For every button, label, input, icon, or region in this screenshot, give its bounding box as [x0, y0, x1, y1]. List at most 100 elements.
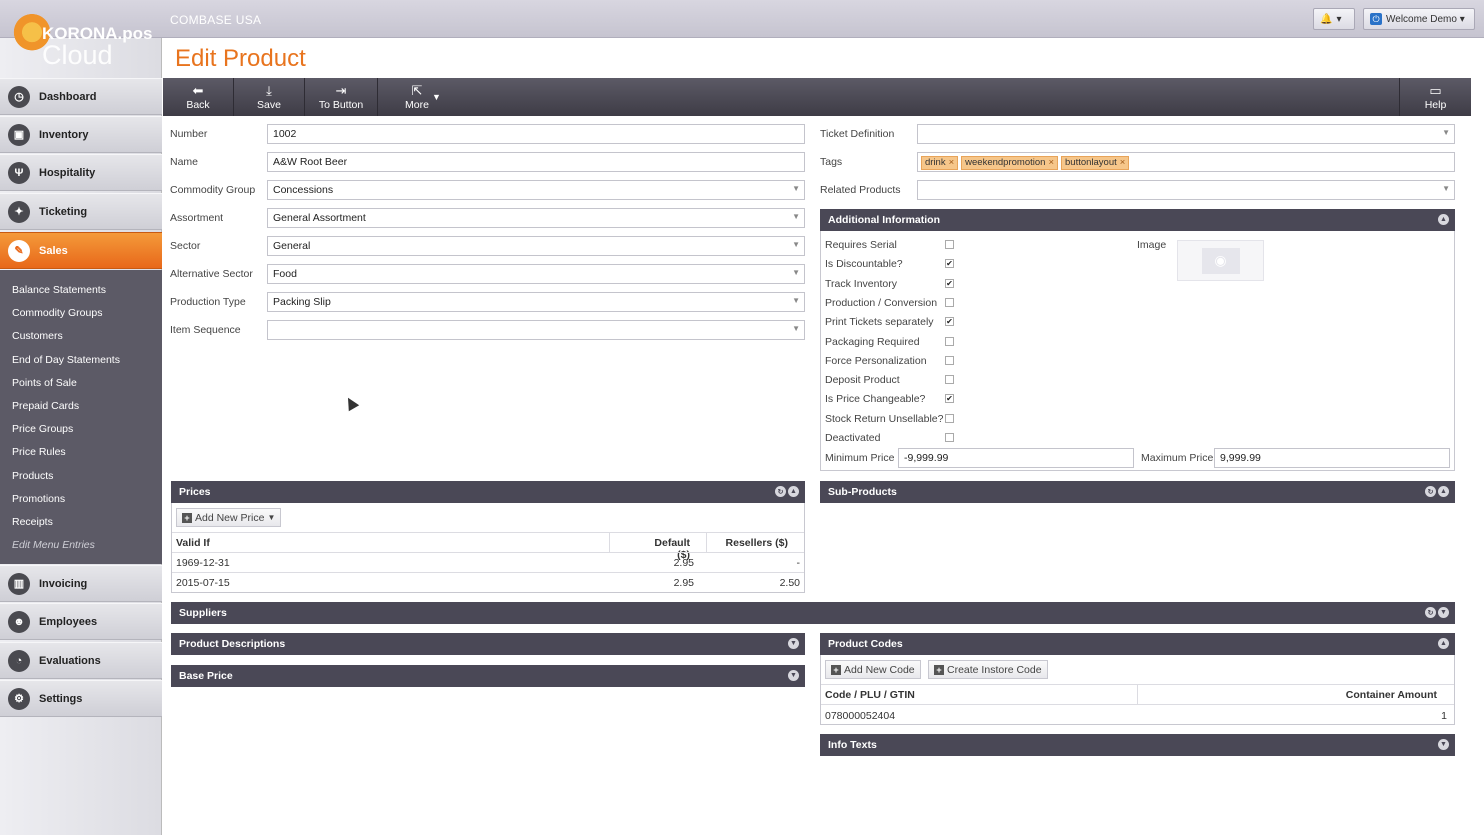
remove-tag-icon[interactable]: ×: [949, 157, 955, 168]
refresh-icon[interactable]: ↻: [1425, 486, 1436, 497]
prices-header[interactable]: Prices ↻ ▲: [171, 481, 805, 503]
nav-item-evaluations[interactable]: ◔ Evaluations: [0, 642, 162, 679]
col-code[interactable]: Code / PLU / GTIN: [825, 689, 915, 701]
related-products-select[interactable]: ▼: [917, 180, 1455, 200]
remove-tag-icon[interactable]: ×: [1048, 157, 1054, 168]
user-menu-button[interactable]: ⏻ Welcome Demo ▾: [1363, 8, 1475, 30]
remove-tag-icon[interactable]: ×: [1120, 157, 1126, 168]
production-type-select[interactable]: Packing Slip ▼: [267, 292, 805, 312]
price-cell[interactable]: 2.50: [718, 577, 800, 589]
alt-sector-select[interactable]: Food ▼: [267, 264, 805, 284]
sub-products-header[interactable]: Sub-Products ↻ ▲: [820, 481, 1455, 503]
container-amount-value[interactable]: 1: [1381, 710, 1447, 722]
number-input[interactable]: 1002: [267, 124, 805, 144]
image-label: Image: [1137, 239, 1167, 251]
sector-select[interactable]: General ▼: [267, 236, 805, 256]
refresh-icon[interactable]: ↻: [775, 486, 786, 497]
price-cell[interactable]: 2.95: [640, 557, 694, 569]
checkbox-requires-serial[interactable]: [945, 240, 954, 249]
product-image[interactable]: ◉: [1177, 240, 1264, 281]
save-button[interactable]: ⤓ Save: [234, 78, 305, 116]
price-cell[interactable]: 2.95: [640, 577, 694, 589]
col-resellers[interactable]: Resellers ($): [718, 537, 788, 549]
product-descriptions-header[interactable]: Product Descriptions ▼: [171, 633, 805, 655]
checkbox-is-price-changeable[interactable]: ✔: [945, 394, 954, 404]
nav-item-employees[interactable]: ☻ Employees: [0, 603, 162, 640]
collapse-icon[interactable]: ▲: [1438, 214, 1449, 225]
subnav-item-prepaid-cards[interactable]: Prepaid Cards: [12, 400, 79, 412]
product-codes-header[interactable]: Product Codes ▲: [820, 633, 1455, 655]
notifications-button[interactable]: 🔔 ▾: [1313, 8, 1355, 30]
name-input[interactable]: A&W Root Beer: [267, 152, 805, 172]
subnav-item-receipts[interactable]: Receipts: [12, 516, 53, 528]
logo[interactable]: KORONA.pos Cloud: [6, 4, 158, 74]
back-button[interactable]: ⬅ Back: [163, 78, 234, 116]
chevron-down-icon: ▼: [792, 324, 800, 333]
price-cell[interactable]: -: [718, 557, 801, 569]
ticket-definition-select[interactable]: ▼: [917, 124, 1455, 144]
more-button[interactable]: ⇱ More: [378, 78, 456, 116]
nav-item-dashboard[interactable]: ◷ Dashboard: [0, 78, 162, 115]
more-dropdown-caret-icon[interactable]: ▼: [432, 92, 441, 102]
item-sequence-select[interactable]: ▼: [267, 320, 805, 340]
nav-item-hospitality[interactable]: Ψ Hospitality: [0, 154, 162, 191]
expand-icon[interactable]: ▼: [1438, 607, 1449, 618]
subnav-item-end-of-day-statements[interactable]: End of Day Statements: [12, 354, 120, 366]
assortment-select[interactable]: General Assortment ▼: [267, 208, 805, 228]
commodity-group-select[interactable]: Concessions ▼: [267, 180, 805, 200]
checkbox-label: Is Discountable?: [825, 258, 903, 271]
subnav-item-promotions[interactable]: Promotions: [12, 493, 65, 505]
collapse-icon[interactable]: ▲: [1438, 638, 1449, 649]
nav-item-invoicing[interactable]: ▥ Invoicing: [0, 565, 162, 602]
expand-icon[interactable]: ▼: [788, 638, 799, 649]
base-price-header[interactable]: Base Price ▼: [171, 665, 805, 687]
create-instore-code-button[interactable]: + Create Instore Code: [928, 660, 1048, 679]
nav-item-inventory[interactable]: ▣ Inventory: [0, 116, 162, 153]
checkbox-stock-return-unsellable[interactable]: [945, 413, 954, 423]
checkbox-is-discountable[interactable]: ✔: [945, 259, 954, 269]
subnav-item-price-groups[interactable]: Price Groups: [12, 423, 73, 435]
number-label: Number: [170, 128, 208, 140]
expand-icon[interactable]: ▼: [788, 670, 799, 681]
subnav-item-balance-statements[interactable]: Balance Statements: [12, 284, 106, 296]
subnav-item-edit-menu-entries[interactable]: Edit Menu Entries: [12, 539, 95, 551]
info-texts-header[interactable]: Info Texts ▼: [820, 734, 1455, 756]
additional-info-header[interactable]: Additional Information ▲: [820, 209, 1455, 231]
min-price-input[interactable]: -9,999.99: [898, 448, 1134, 468]
checkbox-force-personalization[interactable]: [945, 355, 954, 365]
collapse-icon[interactable]: ▲: [1438, 486, 1449, 497]
checkbox-production-conversion[interactable]: [945, 297, 954, 307]
nav-item-ticketing[interactable]: ✦ Ticketing: [0, 193, 162, 230]
checkbox-deactivated[interactable]: [945, 433, 954, 442]
subnav-item-products[interactable]: Products: [12, 470, 53, 482]
tag-chip[interactable]: weekendpromotion ×: [961, 156, 1058, 170]
subnav-item-price-rules[interactable]: Price Rules: [12, 446, 66, 458]
tag-chip[interactable]: buttonlayout ×: [1061, 156, 1130, 170]
checkbox-track-inventory[interactable]: ✔: [945, 278, 954, 288]
collapse-icon[interactable]: ▲: [788, 486, 799, 497]
checkbox-deposit-product[interactable]: [945, 375, 954, 385]
refresh-icon[interactable]: ↻: [1425, 607, 1436, 618]
checkbox-print-tickets-separately[interactable]: ✔: [945, 317, 954, 327]
subnav-item-points-of-sale[interactable]: Points of Sale: [12, 377, 77, 389]
help-button[interactable]: ▭ Help: [1399, 78, 1471, 116]
price-cell[interactable]: 2015-07-15: [176, 577, 230, 589]
price-cell[interactable]: 1969-12-31: [176, 557, 230, 569]
nav-item-sales[interactable]: ✎ Sales: [0, 232, 162, 269]
subnav-item-commodity-groups[interactable]: Commodity Groups: [12, 307, 102, 319]
add-new-price-button[interactable]: + Add New Price ▼: [176, 508, 282, 527]
add-new-code-button[interactable]: + Add New Code: [825, 660, 921, 679]
col-container-amount[interactable]: Container Amount: [1301, 689, 1437, 701]
max-price-input[interactable]: 9,999.99: [1214, 448, 1450, 468]
camera-placeholder-icon: ◉: [1201, 247, 1240, 274]
to-button-button[interactable]: ⇥ To Button: [305, 78, 378, 116]
tags-input[interactable]: drink × weekendpromotion × buttonlayout ×: [917, 152, 1455, 172]
expand-icon[interactable]: ▼: [1438, 739, 1449, 750]
tag-chip[interactable]: drink ×: [921, 156, 959, 170]
checkbox-packaging-required[interactable]: [945, 336, 954, 346]
code-value[interactable]: 078000052404: [825, 710, 895, 722]
suppliers-header[interactable]: Suppliers ↻ ▼: [171, 602, 1455, 624]
subnav-item-customers[interactable]: Customers: [12, 330, 63, 342]
nav-item-settings[interactable]: ⚙ Settings: [0, 680, 162, 717]
col-valid-if[interactable]: Valid If: [176, 537, 210, 549]
